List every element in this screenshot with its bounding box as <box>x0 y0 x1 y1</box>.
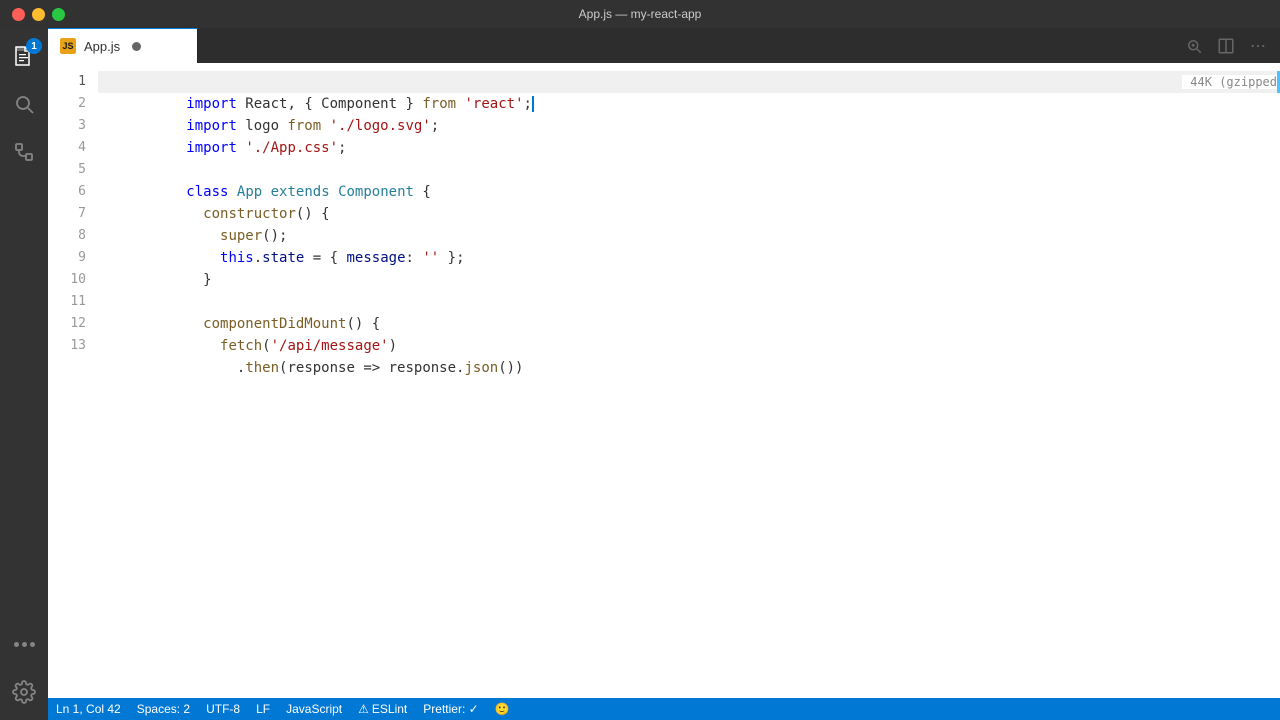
main-container: 1 <box>0 28 1280 720</box>
line-number-1: 1 <box>78 71 86 93</box>
search-in-file-button[interactable] <box>1180 32 1208 60</box>
status-encoding[interactable]: UTF-8 <box>206 702 240 716</box>
size-hint-text: 44K (gzipped <box>1182 75 1277 89</box>
status-position[interactable]: Ln 1, Col 42 <box>56 702 121 716</box>
title-bar: App.js — my-react-app <box>0 0 1280 28</box>
line-number-4: 4 <box>78 137 86 159</box>
editor-content[interactable]: 1 2 3 4 5 6 7 8 9 10 11 12 13 import Rea… <box>48 63 1280 698</box>
code-line-1: import React, { Component } from 'react'… <box>98 71 1280 93</box>
status-eslint[interactable]: ⚠ ESLint <box>358 702 407 716</box>
prettier-label: Prettier: ✓ <box>423 702 478 716</box>
code-editor[interactable]: import React, { Component } from 'react'… <box>98 63 1280 698</box>
line-number-12: 12 <box>70 313 86 335</box>
status-prettier[interactable]: Prettier: ✓ <box>423 702 478 716</box>
line-number-11: 11 <box>70 291 86 313</box>
tab-actions <box>1180 28 1280 63</box>
code-line-10 <box>98 269 1280 291</box>
line-numbers: 1 2 3 4 5 6 7 8 9 10 11 12 13 <box>48 63 98 698</box>
warning-icon: ⚠ <box>358 702 369 716</box>
line-number-2: 2 <box>78 93 86 115</box>
activity-search-icon[interactable] <box>4 84 44 124</box>
unsaved-indicator <box>132 42 141 51</box>
activity-bar-bottom <box>4 624 44 720</box>
file-tab-appjs[interactable]: JS App.js <box>48 28 198 63</box>
line-number-3: 3 <box>78 115 86 137</box>
split-editor-button[interactable] <box>1212 32 1240 60</box>
activity-files-icon[interactable]: 1 <box>4 36 44 76</box>
ellipsis-icon <box>14 642 35 647</box>
more-actions-button[interactable] <box>1244 32 1272 60</box>
traffic-lights <box>12 8 65 21</box>
activity-bar: 1 <box>0 28 48 720</box>
close-button[interactable] <box>12 8 25 21</box>
status-emoji[interactable]: 🙂 <box>495 702 510 716</box>
line-number-8: 8 <box>78 225 86 247</box>
status-line-ending[interactable]: LF <box>256 702 270 716</box>
smiley-icon: 🙂 <box>495 702 510 716</box>
line-number-7: 7 <box>78 203 86 225</box>
minimize-button[interactable] <box>32 8 45 21</box>
size-hint: 44K (gzipped <box>1182 71 1280 93</box>
line-number-5: 5 <box>78 159 86 181</box>
notification-badge: 1 <box>26 38 42 54</box>
tab-bar: JS App.js <box>48 28 1280 63</box>
activity-settings-icon[interactable] <box>4 672 44 712</box>
editor-area: JS App.js <box>48 28 1280 720</box>
status-language[interactable]: JavaScript <box>286 702 342 716</box>
line-number-9: 9 <box>78 247 86 269</box>
code-line-5: class App extends Component { <box>98 159 1280 181</box>
status-bar: Ln 1, Col 42 Spaces: 2 UTF-8 LF JavaScri… <box>48 698 1280 720</box>
activity-more-icon[interactable] <box>4 624 44 664</box>
js-file-icon: JS <box>60 38 76 54</box>
maximize-button[interactable] <box>52 8 65 21</box>
line-number-13: 13 <box>70 335 86 357</box>
line-number-6: 6 <box>78 181 86 203</box>
status-spaces[interactable]: Spaces: 2 <box>137 702 190 716</box>
tab-filename: App.js <box>84 39 120 54</box>
activity-source-control-icon[interactable] <box>4 132 44 172</box>
code-line-11: componentDidMount() { <box>98 291 1280 313</box>
eslint-label: ESLint <box>372 702 407 716</box>
line-number-10: 10 <box>70 269 86 291</box>
window-title: App.js — my-react-app <box>579 7 702 21</box>
